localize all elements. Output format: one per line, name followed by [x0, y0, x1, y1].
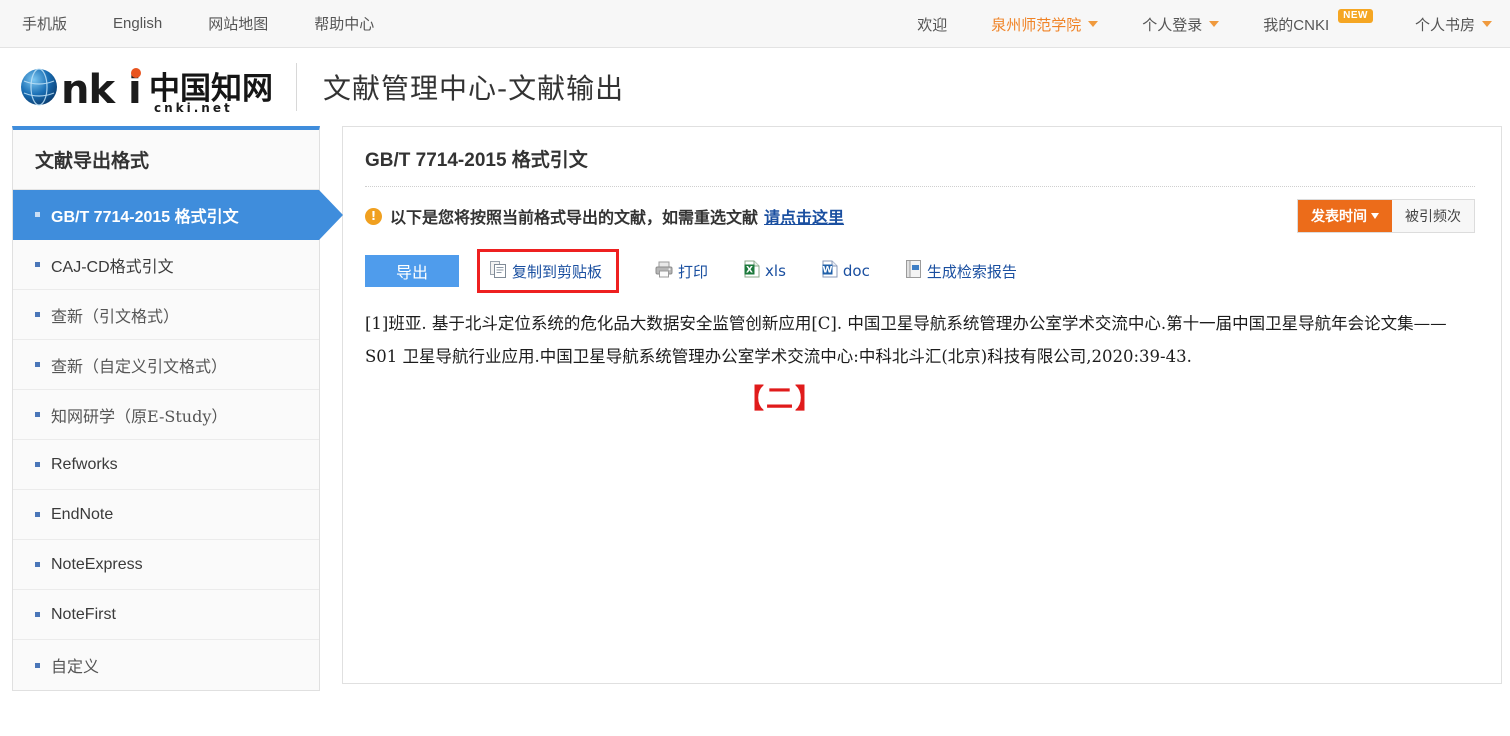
chevron-down-icon [1482, 21, 1492, 27]
active-arrow-icon [319, 190, 343, 240]
sidebar-item-estudy[interactable]: 知网研学（原E-Study） [13, 390, 319, 440]
my-cnki-label: 我的CNKI [1263, 16, 1330, 34]
sidebar-item-notefirst[interactable]: NoteFirst [13, 590, 319, 640]
bullet-icon [35, 312, 40, 317]
mobile-version-link[interactable]: 手机版 [22, 13, 67, 34]
report-label: 生成检索报告 [926, 262, 1017, 281]
english-link[interactable]: English [113, 15, 162, 32]
header-divider [296, 63, 297, 111]
bullet-icon [35, 262, 40, 267]
sort-primary-label: 发表时间 [1311, 208, 1367, 224]
bullet-icon [35, 362, 40, 367]
cnki-logo[interactable]: nk i 中国知网 cnki.net [12, 59, 274, 115]
notice-text: 以下是您将按照当前格式导出的文献，如需重选文献 [390, 208, 759, 227]
sidebar-item-label: Refworks [51, 455, 118, 473]
sort-toggle-group: 发表时间 被引频次 [1297, 199, 1475, 233]
personal-login-label: 个人登录 [1142, 16, 1203, 34]
sort-by-publish-time-button[interactable]: 发表时间 [1298, 200, 1392, 232]
word-file-icon: W [822, 260, 838, 282]
personal-library-menu[interactable]: 个人书房 [1415, 14, 1492, 35]
institution-menu[interactable]: 泉州师范学院 [991, 14, 1099, 35]
export-doc-button[interactable]: W doc [822, 260, 870, 282]
clipboard-icon [490, 260, 507, 282]
bullet-icon [35, 412, 40, 417]
sidebar-title: 文献导出格式 [13, 130, 319, 190]
sidebar-item-noteexpress[interactable]: NoteExpress [13, 540, 319, 590]
sidebar-item-label: 自定义 [51, 657, 100, 676]
sidebar-item-label: NoteFirst [51, 605, 116, 623]
institution-label: 泉州师范学院 [991, 16, 1082, 34]
bullet-icon [35, 662, 40, 668]
chevron-down-icon [1209, 21, 1220, 27]
sidebar-item-label: GB/T 7714-2015 格式引文 [51, 208, 239, 226]
sidebar-item-label: CAJ-CD格式引文 [51, 258, 174, 276]
annotation-mark: 【二】 [737, 384, 824, 415]
notice-row: ! 以下是您将按照当前格式导出的文献，如需重选文献 请点击这里 发表时间 被引频… [365, 199, 1475, 233]
sidebar-item-endnote[interactable]: EndNote [13, 490, 319, 540]
printer-icon [655, 261, 673, 282]
arrow-down-icon [1371, 213, 1379, 219]
sidebar-item-novelty-custom[interactable]: 查新（自定义引文格式） [13, 340, 319, 390]
print-label: 打印 [678, 262, 709, 281]
sidebar-item-cajcd[interactable]: CAJ-CD格式引文 [13, 240, 319, 290]
sidebar-item-novelty-citation[interactable]: 查新（引文格式） [13, 290, 319, 340]
page-title: 文献管理中心-文献输出 [323, 72, 625, 105]
export-content-panel: GB/T 7714-2015 格式引文 ! 以下是您将按照当前格式导出的文献，如… [342, 126, 1502, 684]
sidebar-item-label: 知网研学（原E-Study） [51, 406, 228, 426]
content-title: GB/T 7714-2015 格式引文 [365, 150, 588, 171]
reselect-documents-link[interactable]: 请点击这里 [764, 204, 844, 228]
excel-file-icon: X [744, 260, 760, 282]
export-toolbar: 导出 复制到剪贴板 打印 X xls W doc 生成检索报告 [365, 248, 1475, 294]
svg-text:cnki.net: cnki.net [154, 101, 233, 115]
bullet-icon [35, 512, 40, 517]
generate-search-report-button[interactable]: 生成检索报告 [905, 260, 1017, 282]
cnki-logo-icon: nk i 中国知网 cnki.net [21, 63, 273, 115]
copy-to-clipboard-highlight: 复制到剪贴板 [477, 249, 620, 293]
copy-to-clipboard-label: 复制到剪贴板 [512, 262, 603, 281]
bullet-icon [35, 562, 40, 567]
sort-by-citations-button[interactable]: 被引频次 [1392, 200, 1474, 232]
site-header: nk i 中国知网 cnki.net 文献管理中心-文献输出 [0, 48, 1510, 126]
bullet-icon [35, 612, 40, 617]
export-format-sidebar: 文献导出格式 GB/T 7714-2015 格式引文 CAJ-CD格式引文 查新… [12, 126, 343, 691]
doc-label: doc [842, 262, 870, 280]
print-button[interactable]: 打印 [655, 261, 708, 282]
top-right-links: 欢迎 泉州师范学院 个人登录 我的CNKI NEW 个人书房 [917, 0, 1492, 48]
svg-text:X: X [746, 265, 753, 275]
welcome-label: 欢迎 [917, 16, 948, 34]
report-icon [905, 260, 922, 282]
sidebar-item-label: EndNote [51, 505, 114, 523]
personal-login-menu[interactable]: 个人登录 [1142, 14, 1220, 35]
page-body: 文献导出格式 GB/T 7714-2015 格式引文 CAJ-CD格式引文 查新… [0, 126, 1510, 691]
sidebar-item-label: NoteExpress [51, 555, 143, 573]
export-button[interactable]: 导出 [365, 255, 459, 287]
sidebar-item-label: 查新（自定义引文格式） [51, 356, 228, 376]
xls-label: xls [765, 262, 786, 280]
divider [365, 186, 1475, 187]
sort-secondary-label: 被引频次 [1405, 208, 1461, 224]
sidebar-item-label: 查新（引文格式） [51, 306, 180, 326]
chevron-down-icon [1088, 21, 1099, 27]
help-center-link[interactable]: 帮助中心 [314, 13, 374, 34]
top-left-links: 手机版 English 网站地图 帮助中心 [0, 13, 374, 34]
personal-library-label: 个人书房 [1414, 16, 1475, 34]
citation-text: [1]班亚. 基于北斗定位系统的危化品大数据安全监管创新应用[C]. 中国卫星导… [365, 314, 1447, 366]
export-xls-button[interactable]: X xls [744, 260, 786, 282]
sidebar-item-custom[interactable]: 自定义 [13, 640, 319, 690]
sidebar-item-gbt7714[interactable]: GB/T 7714-2015 格式引文 [13, 190, 343, 240]
svg-text:nk: nk [61, 67, 116, 113]
svg-text:W: W [822, 265, 832, 275]
my-cnki-link[interactable]: 我的CNKI NEW [1263, 9, 1373, 35]
new-badge: NEW [1338, 9, 1373, 23]
copy-to-clipboard-button[interactable]: 复制到剪贴板 [490, 260, 602, 282]
sitemap-link[interactable]: 网站地图 [208, 13, 268, 34]
bullet-icon [35, 462, 40, 467]
bullet-icon [35, 212, 40, 217]
sidebar-item-refworks[interactable]: Refworks [13, 440, 319, 490]
warning-icon: ! [365, 207, 382, 225]
top-utility-bar: 手机版 English 网站地图 帮助中心 欢迎 泉州师范学院 个人登录 我的C… [0, 0, 1510, 48]
